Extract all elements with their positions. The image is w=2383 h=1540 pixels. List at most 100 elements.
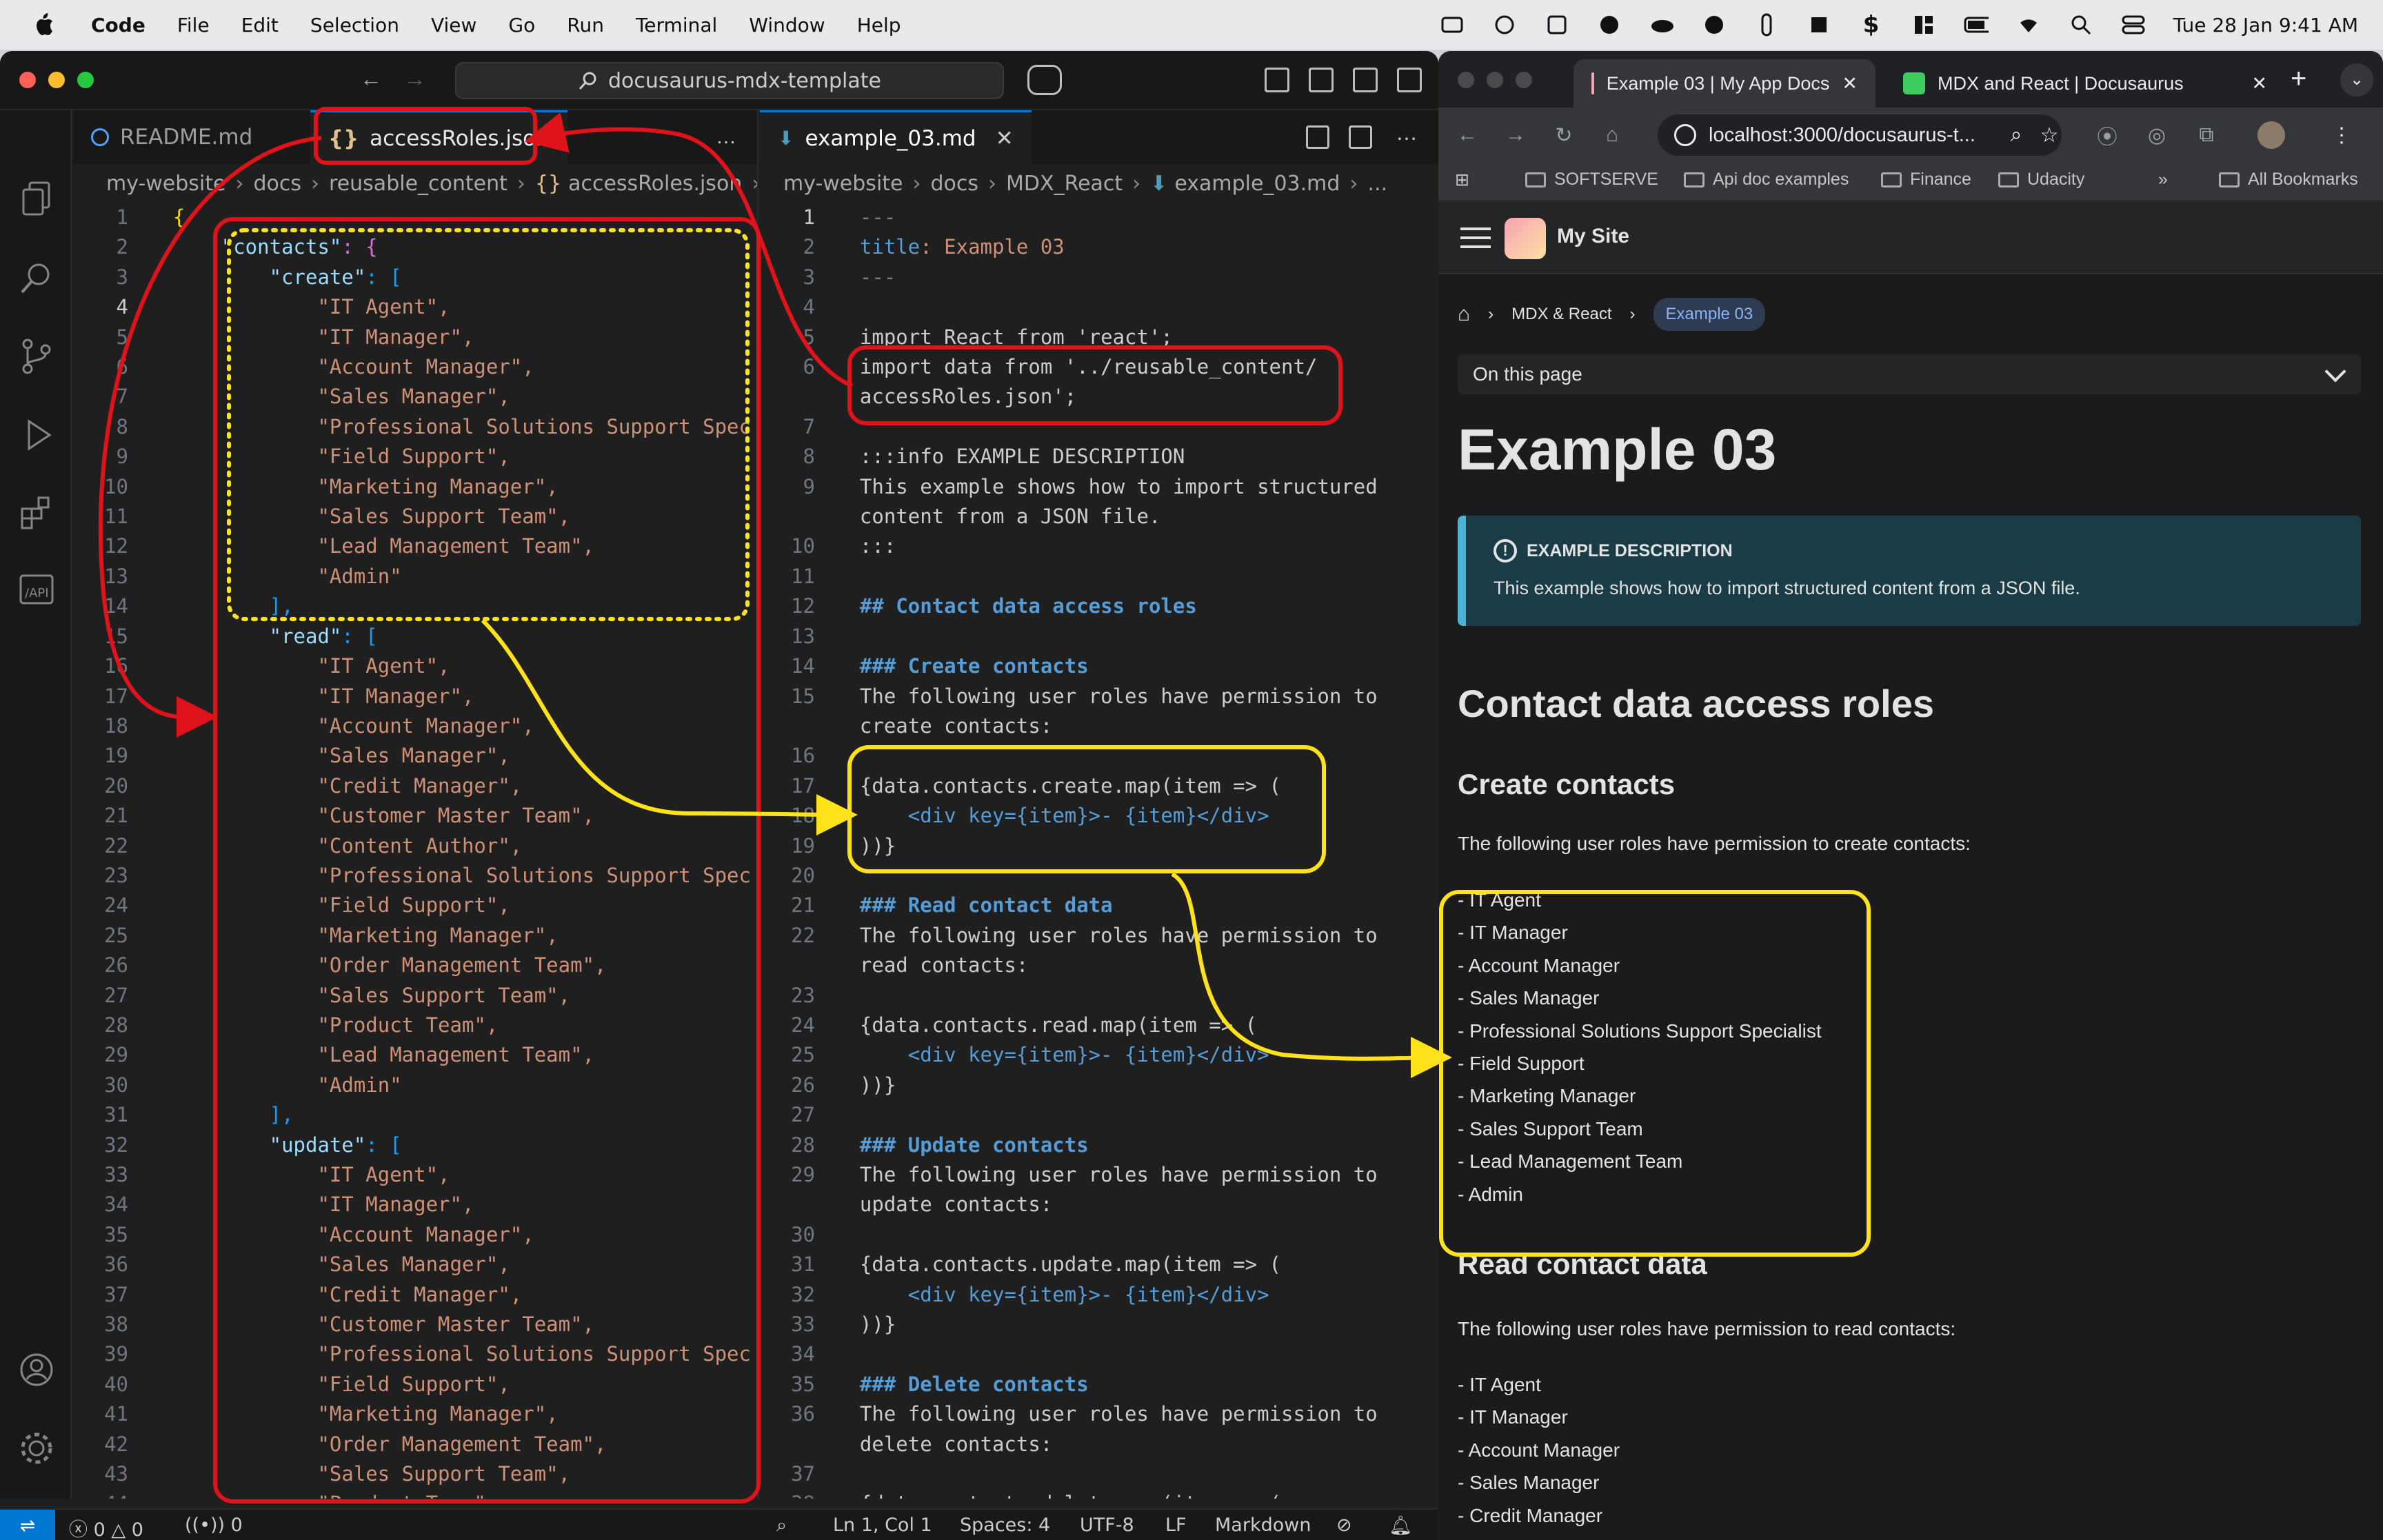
profile-avatar[interactable] bbox=[2258, 121, 2285, 149]
on-this-page-dropdown[interactable]: On this page bbox=[1458, 354, 2361, 394]
code-line[interactable]: read contacts: bbox=[760, 951, 1378, 980]
code-line[interactable]: 20 "Credit Manager", bbox=[73, 771, 751, 801]
open-preview-icon[interactable] bbox=[1306, 125, 1329, 149]
code-line[interactable]: 4 bbox=[760, 292, 1378, 322]
code-line[interactable]: 10 "Marketing Manager", bbox=[73, 472, 751, 502]
code-line[interactable]: 31 {data.contacts.update.map(item => ( bbox=[760, 1250, 1378, 1279]
code-line[interactable]: 13 bbox=[760, 622, 1378, 651]
code-line[interactable]: create contacts: bbox=[760, 711, 1378, 741]
site-title[interactable]: My Site bbox=[1557, 225, 1629, 248]
code-line[interactable]: 16 "IT Agent", bbox=[73, 651, 751, 681]
extensions-icon[interactable] bbox=[18, 494, 55, 531]
apple-icon[interactable] bbox=[25, 6, 63, 44]
spotlight-search-icon[interactable] bbox=[2069, 12, 2093, 37]
code-line[interactable]: 30 bbox=[760, 1220, 1378, 1250]
menu-go[interactable]: Go bbox=[508, 14, 535, 37]
code-line[interactable]: 32 <div key={item}>- {item}</div> bbox=[760, 1280, 1378, 1310]
breadcrumb-item[interactable]: example_03.md bbox=[1174, 172, 1340, 196]
breadcrumb-item[interactable]: ... bbox=[1367, 172, 1387, 196]
code-line[interactable]: 28 "Product Team", bbox=[73, 1011, 751, 1040]
breadcrumb-item[interactable]: MDX_React bbox=[1006, 172, 1123, 196]
back-arrow-icon[interactable]: ← bbox=[360, 66, 382, 92]
bookmark-star-icon[interactable]: ☆ bbox=[2035, 121, 2063, 149]
code-line[interactable]: 14 ### Create contacts bbox=[760, 651, 1378, 681]
code-line[interactable]: 31 ], bbox=[73, 1100, 751, 1130]
code-line[interactable]: 33 "IT Agent", bbox=[73, 1160, 751, 1190]
code-line[interactable]: update contacts: bbox=[760, 1190, 1378, 1219]
problems-indicator[interactable]: ⓧ 0 △ 0 bbox=[69, 1514, 143, 1540]
code-line[interactable]: 44 "Product Team", bbox=[73, 1489, 751, 1499]
code-line[interactable]: 24 "Field Support", bbox=[73, 891, 751, 920]
browser-back-icon[interactable]: ← bbox=[1454, 121, 1481, 149]
remote-indicator-icon[interactable]: ⇌ bbox=[0, 1510, 55, 1540]
code-line[interactable]: 13 "Admin" bbox=[73, 562, 751, 591]
run-debug-icon[interactable] bbox=[18, 416, 55, 454]
code-line[interactable]: 17 "IT Manager", bbox=[73, 682, 751, 711]
code-line[interactable]: 12 ## Contact data access roles bbox=[760, 591, 1378, 621]
code-line[interactable]: 7 bbox=[760, 412, 1378, 442]
code-line[interactable]: 39 "Professional Solutions Support Spec bbox=[73, 1339, 751, 1369]
new-tab-icon[interactable]: + bbox=[2291, 63, 2306, 94]
code-line[interactable]: accessRoles.json'; bbox=[760, 382, 1378, 412]
code-line[interactable]: 21 "Customer Master Team", bbox=[73, 801, 751, 831]
browser-tab-mdx-react[interactable]: MDX and React | Docusaurus ✕ bbox=[1885, 59, 2285, 108]
settings-gear-icon[interactable] bbox=[18, 1430, 55, 1467]
more-tabs-icon[interactable]: … bbox=[716, 110, 736, 164]
browser-forward-icon[interactable]: → bbox=[1502, 121, 1529, 149]
code-line[interactable]: 23 "Professional Solutions Support Spec bbox=[73, 861, 751, 891]
code-line[interactable]: 19 "Sales Manager", bbox=[73, 741, 751, 771]
code-line[interactable]: 15 "read": [ bbox=[73, 622, 751, 651]
zoom-icon[interactable]: ⌕ bbox=[776, 1514, 787, 1537]
code-line[interactable]: 22 The following user roles have permiss… bbox=[760, 921, 1378, 951]
menu-selection[interactable]: Selection bbox=[310, 14, 399, 37]
apps-grid-icon[interactable]: ⊞ bbox=[1455, 170, 1469, 190]
menu-terminal[interactable]: Terminal bbox=[636, 14, 717, 37]
extensions-puzzle-icon[interactable]: ⧉ bbox=[2193, 121, 2220, 149]
cloud-icon[interactable] bbox=[1649, 12, 1674, 37]
code-line[interactable]: 2 title: Example 03 bbox=[760, 232, 1378, 262]
copilot-status-icon[interactable]: ⊘ bbox=[1336, 1514, 1352, 1536]
code-line[interactable]: 36 The following user roles have permiss… bbox=[760, 1399, 1378, 1429]
breadcrumb-item[interactable]: accessRoles.json bbox=[568, 172, 742, 196]
tab-readme[interactable]: README.md bbox=[73, 110, 310, 164]
json-code-area[interactable]: 1 {2 "contacts": {3 "create": [4 "IT Age… bbox=[73, 203, 751, 1499]
tab-example-03-md[interactable]: ⬇ example_03.md ✕ bbox=[760, 110, 1032, 164]
code-line[interactable]: 36 "Sales Manager", bbox=[73, 1250, 751, 1279]
site-info-icon[interactable] bbox=[1674, 124, 1696, 146]
chrome-close-button[interactable] bbox=[1458, 72, 1474, 88]
tab-access-roles-json[interactable]: {} accessRoles.json bbox=[310, 110, 567, 164]
menubar-clock[interactable]: Tue 28 Jan 9:41 AM bbox=[2173, 14, 2358, 37]
code-line[interactable]: 26 "Order Management Team", bbox=[73, 951, 751, 980]
bookmark-folder[interactable]: Finance bbox=[1881, 170, 1971, 190]
code-line[interactable]: 43 "Sales Support Team", bbox=[73, 1459, 751, 1489]
code-line[interactable]: 30 "Admin" bbox=[73, 1071, 751, 1100]
code-line[interactable]: 29 The following user roles have permiss… bbox=[760, 1160, 1378, 1190]
code-line[interactable]: 35 "Account Manager", bbox=[73, 1220, 751, 1250]
window-layout-icon[interactable] bbox=[1911, 12, 1936, 37]
explorer-icon[interactable] bbox=[18, 179, 55, 216]
close-tab-icon[interactable]: ✕ bbox=[996, 126, 1014, 151]
extension-icon[interactable]: ◎ bbox=[2143, 121, 2171, 149]
code-line[interactable]: 1 --- bbox=[760, 203, 1378, 232]
api-icon[interactable]: /API bbox=[18, 571, 55, 608]
code-line[interactable]: 12 "Lead Management Team", bbox=[73, 531, 751, 561]
command-center-search[interactable]: docusaurus-mdx-template bbox=[455, 62, 1004, 99]
code-line[interactable]: 24 {data.contacts.read.map(item => ( bbox=[760, 1011, 1378, 1040]
more-actions-icon[interactable]: … bbox=[1396, 120, 1418, 145]
forward-arrow-icon[interactable]: → bbox=[404, 66, 426, 92]
code-line[interactable]: 18 <div key={item}>- {item}</div> bbox=[760, 801, 1378, 831]
code-line[interactable]: 4 "IT Agent", bbox=[73, 292, 751, 322]
menu-app-name[interactable]: Code bbox=[91, 14, 145, 37]
openai-icon[interactable] bbox=[1492, 12, 1517, 37]
code-line[interactable]: 34 "IT Manager", bbox=[73, 1190, 751, 1219]
code-line[interactable]: 40 "Field Support", bbox=[73, 1370, 751, 1399]
menu-file[interactable]: File bbox=[177, 14, 210, 37]
battery-icon[interactable] bbox=[1964, 12, 1989, 37]
code-line[interactable]: 27 bbox=[760, 1100, 1378, 1130]
minimize-window-button[interactable] bbox=[48, 72, 65, 88]
code-line[interactable]: 2 "contacts": { bbox=[73, 232, 751, 262]
code-line[interactable]: 25 <div key={item}>- {item}</div> bbox=[760, 1040, 1378, 1070]
dollar-icon[interactable]: $ bbox=[1859, 11, 1884, 39]
home-icon[interactable]: ⌂ bbox=[1598, 121, 1626, 149]
indentation[interactable]: Spaces: 4 bbox=[960, 1514, 1050, 1536]
